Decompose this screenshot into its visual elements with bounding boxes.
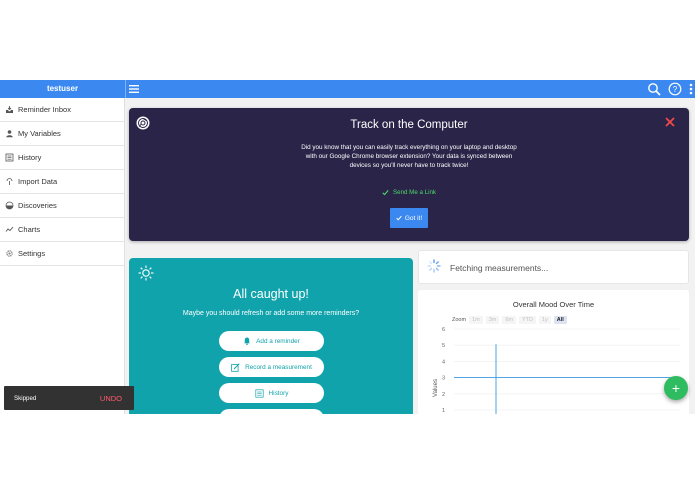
list-icon — [254, 388, 264, 398]
app-viewport: testuser ? Reminder Inbox My Variables H… — [0, 80, 695, 414]
sidebar-item-import-data[interactable]: Import Data — [0, 170, 124, 194]
promo-title: Track on the Computer — [350, 119, 468, 131]
promo-body: Did you know that you can easily track e… — [301, 144, 517, 170]
add-fab-button[interactable]: + — [664, 376, 688, 400]
undo-button[interactable]: UNDO — [100, 394, 122, 403]
bell-icon — [244, 337, 251, 345]
person-icon — [6, 130, 13, 138]
y-tick-label: 3 — [442, 376, 445, 382]
got-it-button[interactable]: Got it! — [390, 208, 428, 228]
search-icon[interactable] — [647, 82, 661, 96]
topbar-divider — [125, 80, 126, 98]
sidebar-item-label: Import Data — [18, 177, 58, 186]
check-icon — [382, 189, 389, 195]
chart-icon — [5, 226, 14, 232]
mood-chart: 1 2 3 4 5 6 Values — [433, 327, 680, 414]
sidebar-item-settings[interactable]: Settings — [0, 242, 124, 266]
sidebar-item-label: History — [18, 153, 42, 162]
y-tick-label: 5 — [442, 343, 445, 349]
history-button[interactable]: History — [219, 383, 324, 403]
y-tick-label: 2 — [442, 392, 445, 398]
record-measurement-button[interactable]: Record a measurement — [219, 357, 324, 377]
y-tick-label: 4 — [442, 359, 445, 365]
got-it-label: Got it! — [404, 214, 423, 222]
send-link-button[interactable]: Send Me a Link — [129, 187, 689, 197]
fetching-card: Fetching measurements... — [418, 250, 689, 284]
snackbar: Skipped UNDO — [4, 386, 134, 410]
sidebar-item-label: Charts — [18, 225, 41, 234]
top-bar: testuser ? — [0, 80, 695, 98]
mood-chart-card: Overall Mood Over Time Zoom 1m 3m 6m YTD… — [418, 290, 689, 414]
import-icon — [6, 178, 13, 185]
all-caught-up-heading: All caught up! — [233, 287, 309, 301]
sidebar-item-label: Settings — [18, 249, 46, 258]
sun-icon — [138, 265, 154, 281]
spinner-icon — [427, 259, 441, 273]
sidebar-item-discoveries[interactable]: Discoveries — [0, 194, 124, 218]
discovery-icon — [5, 201, 14, 210]
help-icon[interactable]: ? — [668, 82, 682, 96]
add-reminder-button[interactable]: Add a reminder — [219, 331, 324, 351]
sidebar-item-charts[interactable]: Charts — [0, 218, 124, 242]
record-measurement-label: Record a measurement — [245, 363, 312, 371]
history-label: History — [268, 389, 289, 397]
sidebar-item-label: Discoveries — [18, 201, 57, 210]
username-label[interactable]: testuser — [0, 80, 125, 98]
snackbar-text: Skipped — [14, 394, 37, 402]
send-link-label: Send Me a Link — [393, 188, 436, 196]
more-vert-icon[interactable] — [688, 82, 694, 96]
list-icon — [5, 153, 14, 162]
sidebar-item-label: Reminder Inbox — [18, 105, 71, 114]
menu-icon[interactable] — [128, 83, 140, 95]
svg-text:?: ? — [673, 85, 678, 94]
gear-icon — [6, 250, 13, 257]
y-axis-label: Values — [433, 379, 439, 397]
y-tick-label: 6 — [442, 327, 445, 333]
sidebar-item-history[interactable]: History — [0, 146, 124, 170]
add-reminder-label: Add a reminder — [256, 337, 300, 345]
reminder-settings-button[interactable] — [219, 409, 324, 414]
y-tick-label: 1 — [442, 408, 445, 414]
reminders-subtext: Maybe you should refresh or add some mor… — [182, 310, 360, 317]
sidebar: Reminder Inbox My Variables History Impo… — [0, 98, 125, 414]
check-icon — [396, 215, 402, 221]
sidebar-item-my-variables[interactable]: My Variables — [0, 122, 124, 146]
chrome-extension-promo-card: Track on the Computer Did you know that … — [129, 108, 689, 241]
sidebar-item-reminder-inbox[interactable]: Reminder Inbox — [0, 98, 124, 122]
sidebar-item-label: My Variables — [18, 129, 61, 138]
inbox-icon — [6, 106, 13, 113]
reminders-card: All caught up! Maybe you should refresh … — [129, 258, 413, 414]
edit-icon — [231, 362, 240, 372]
fetching-text: Fetching measurements... — [450, 263, 549, 273]
